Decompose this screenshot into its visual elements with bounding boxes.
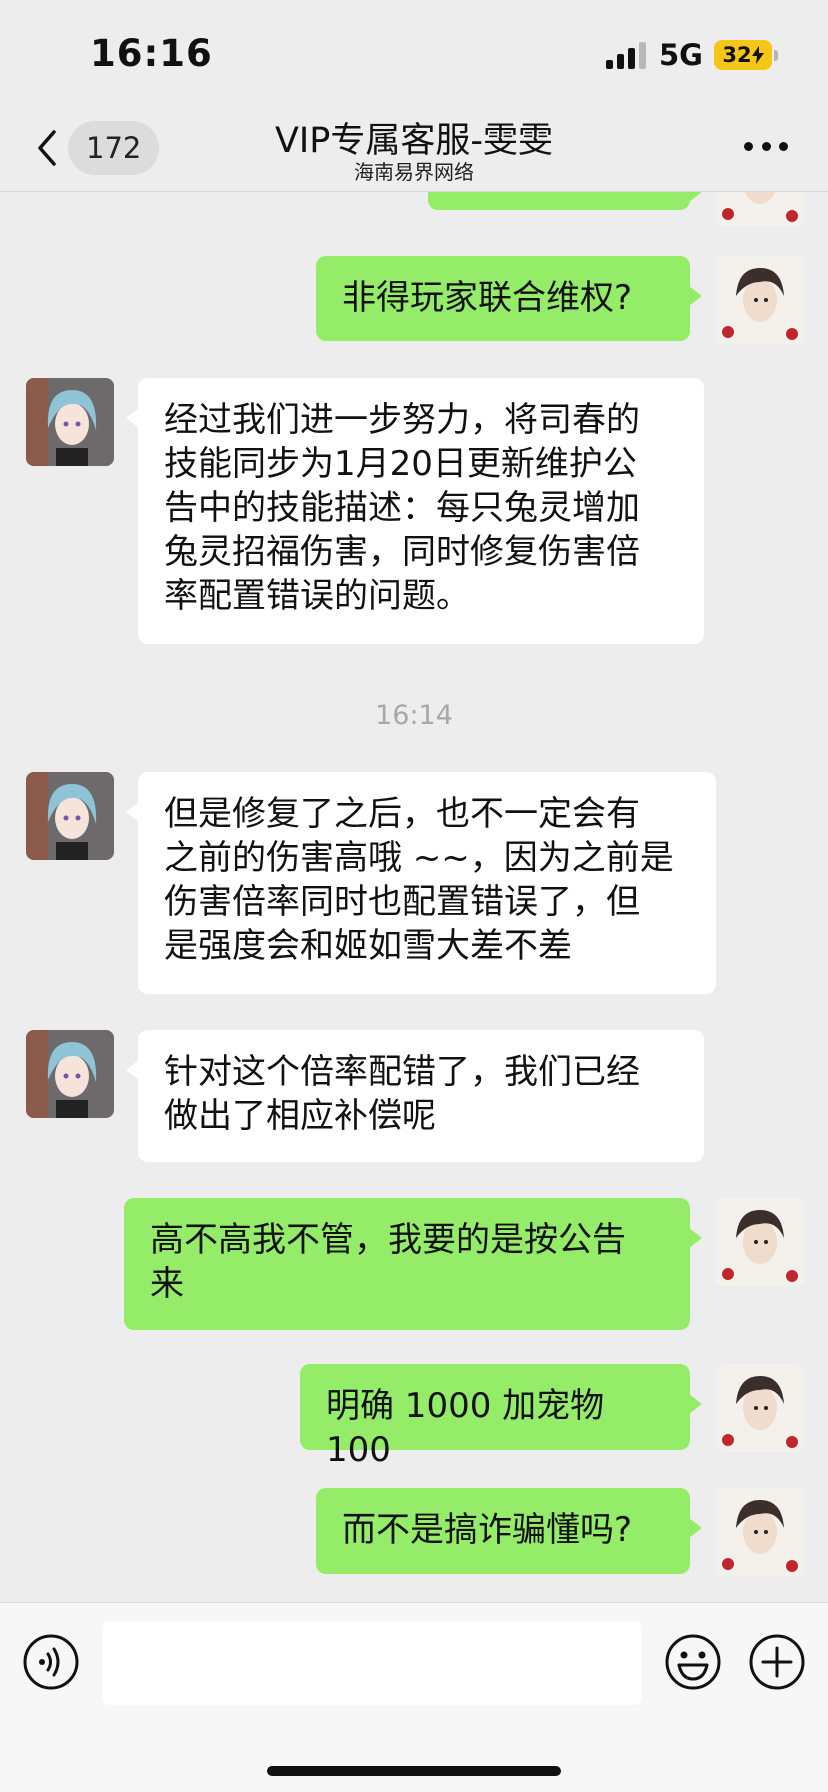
message-bubble-outgoing[interactable]: 非得玩家联合维权?	[316, 256, 702, 341]
message-line: 告中的技能描述：每只兔灵增加	[164, 488, 640, 528]
status-time: 16:16	[90, 32, 213, 75]
message-line: 经过我们进一步努力，将司春的	[164, 400, 640, 440]
message-line: 来	[150, 1264, 184, 1304]
user-avatar[interactable]	[716, 1198, 804, 1286]
message-text: 非得玩家联合维权?	[342, 278, 633, 318]
message-list[interactable]: 非得玩家联合维权? 经过我们进一步努力，将司春的 技能同步为1月20日更新维护公…	[0, 192, 828, 1602]
network-label: 5G	[659, 38, 703, 72]
user-avatar-icon	[716, 256, 804, 344]
voice-icon	[23, 1634, 79, 1690]
message-line: 但是修复了之后，也不一定会有	[164, 794, 640, 834]
user-avatar-icon	[716, 1488, 804, 1576]
message-bubble-incoming[interactable]: 针对这个倍率配错了，我们已经 做出了相应补偿呢	[126, 1030, 704, 1162]
support-avatar-icon	[26, 772, 114, 860]
battery-level: 32	[722, 43, 752, 67]
message-bubble-outgoing[interactable]: 而不是搞诈骗懂吗?	[316, 1488, 702, 1574]
plus-icon	[749, 1634, 805, 1690]
status-bar: 16:16 5G 32	[0, 0, 828, 104]
message-line: 针对这个倍率配错了，我们已经	[164, 1052, 640, 1092]
user-avatar-icon	[716, 1198, 804, 1286]
message-text: 而不是搞诈骗懂吗?	[342, 1510, 633, 1550]
message-bubble-outgoing[interactable]: 明确 1000 加宠物 100	[300, 1364, 702, 1470]
support-avatar[interactable]	[26, 1030, 114, 1118]
user-avatar[interactable]	[716, 1364, 804, 1452]
user-avatar[interactable]	[716, 192, 804, 226]
signal-icon	[606, 42, 648, 69]
plus-button[interactable]	[748, 1633, 806, 1691]
user-avatar-icon	[716, 192, 804, 226]
message-line: 之前的伤害高哦 ~~，因为之前是	[164, 838, 674, 878]
chat-header: 172 VIP专属客服-雯雯 海南易界网络	[0, 104, 828, 192]
message-line: 兔灵招福伤害，同时修复伤害倍	[164, 532, 640, 572]
more-dots-icon	[744, 142, 753, 151]
chat-subtitle: 海南易界网络	[354, 160, 474, 184]
message-input[interactable]	[102, 1621, 642, 1705]
more-button[interactable]	[744, 142, 788, 154]
battery-icon: 32	[714, 40, 772, 70]
message-line: 技能同步为1月20日更新维护公	[164, 444, 637, 484]
support-avatar[interactable]	[26, 378, 114, 466]
emoji-icon	[665, 1634, 721, 1690]
message-bubble-outgoing[interactable]: 高不高我不管，我要的是按公告 来	[124, 1198, 702, 1330]
user-avatar-icon	[716, 1364, 804, 1452]
message-bubble-incoming[interactable]: 但是修复了之后，也不一定会有 之前的伤害高哦 ~~，因为之前是 伤害倍率同时也配…	[126, 772, 716, 994]
user-avatar[interactable]	[716, 256, 804, 344]
message-line: 高不高我不管，我要的是按公告	[150, 1220, 626, 1260]
emoji-button[interactable]	[664, 1633, 722, 1691]
message-line: 伤害倍率同时也配置错误了，但	[164, 882, 640, 922]
message-line: 做出了相应补偿呢	[164, 1096, 436, 1136]
user-avatar[interactable]	[716, 1488, 804, 1576]
home-indicator[interactable]	[267, 1766, 561, 1776]
support-avatar[interactable]	[26, 772, 114, 860]
message-line: 率配置错误的问题。	[164, 576, 470, 616]
charging-bolt-icon	[751, 46, 764, 64]
voice-button[interactable]	[22, 1633, 80, 1691]
message-bubble-partial[interactable]	[428, 192, 702, 210]
battery-cap	[774, 50, 778, 61]
message-line: 是强度会和姬如雪大差不差	[164, 926, 572, 966]
support-avatar-icon	[26, 1030, 114, 1118]
message-bubble-incoming[interactable]: 经过我们进一步努力，将司春的 技能同步为1月20日更新维护公 告中的技能描述：每…	[126, 378, 704, 644]
message-timestamp: 16:14	[375, 700, 453, 731]
message-text: 明确 1000 加宠物 100	[326, 1386, 605, 1470]
input-bar	[0, 1602, 828, 1792]
support-avatar-icon	[26, 378, 114, 466]
